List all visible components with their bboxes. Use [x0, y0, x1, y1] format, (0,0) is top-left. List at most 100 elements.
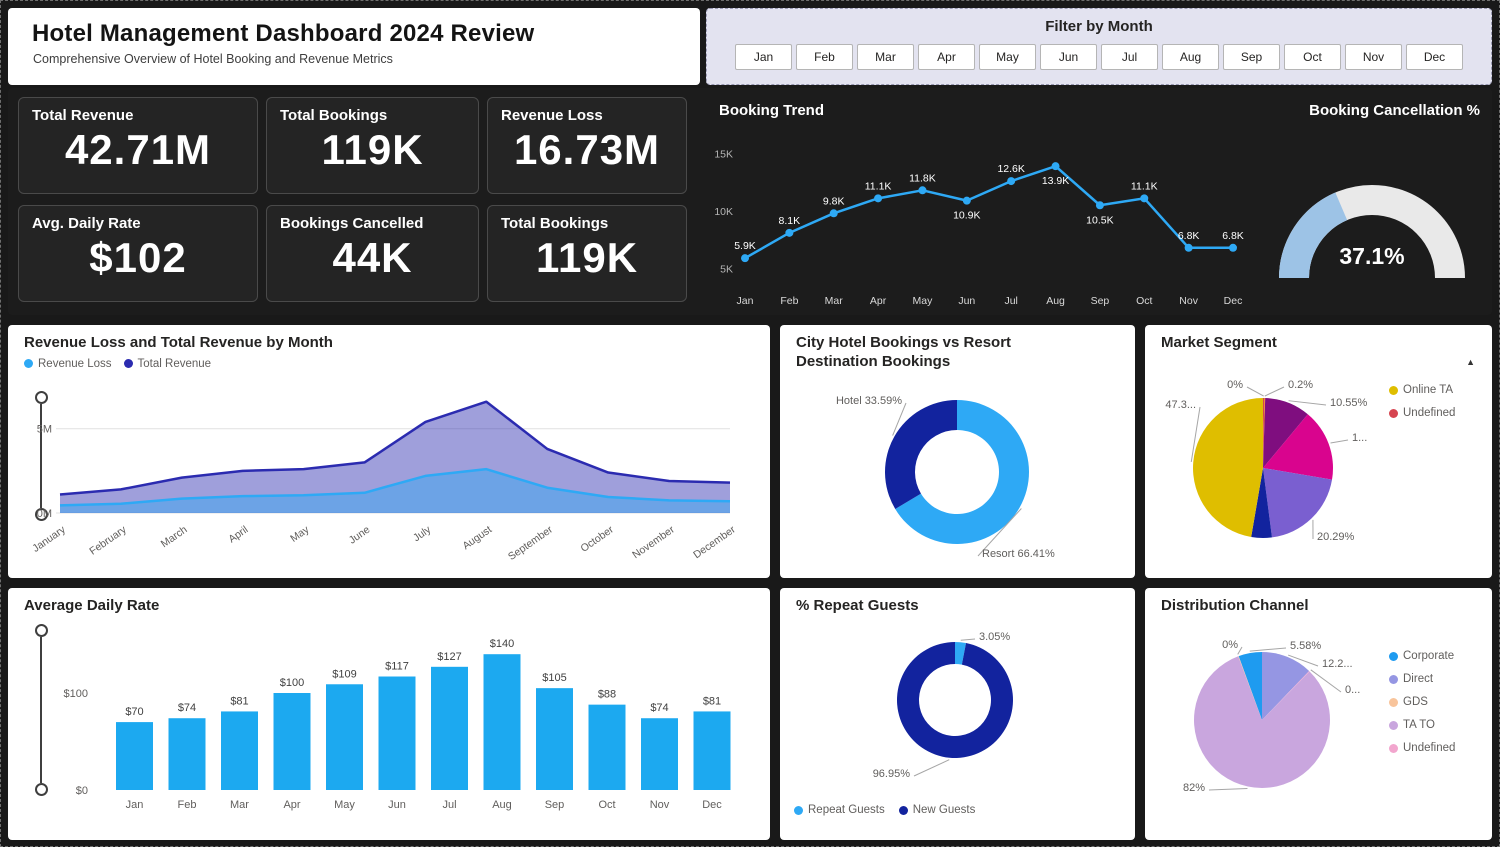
svg-text:Nov: Nov — [1179, 295, 1198, 307]
average-daily-rate-bars[interactable]: $0$100$70Jan$74Feb$81Mar$100Apr$109May$1… — [18, 618, 763, 828]
svg-text:Sep: Sep — [1091, 295, 1110, 307]
svg-text:Jun: Jun — [958, 295, 975, 307]
legend-label: Direct — [1403, 673, 1433, 685]
legend-dot — [1389, 744, 1398, 753]
svg-text:$127: $127 — [437, 651, 461, 663]
legend-item-total-revenue[interactable]: Total Revenue — [124, 358, 212, 370]
svg-text:5K: 5K — [720, 264, 733, 276]
booking-trend-plot[interactable]: 5K10K15K5.9KJan8.1KFeb9.8KMar11.1KApr11.… — [705, 122, 1253, 314]
svg-text:Feb: Feb — [780, 295, 798, 307]
kpi-label: Revenue Loss — [488, 98, 686, 124]
market-segment-panel: Market Segment 0%0.2%10.55%1...20.29%47.… — [1145, 325, 1492, 578]
svg-text:May: May — [334, 799, 355, 811]
svg-text:47.3...: 47.3... — [1165, 399, 1196, 411]
revenue-by-month-legend: Revenue Loss Total Revenue — [8, 353, 770, 370]
legend-label: New Guests — [913, 804, 976, 816]
month-filter-may[interactable]: May — [979, 44, 1036, 70]
svg-text:$74: $74 — [178, 702, 196, 714]
svg-text:Aug: Aug — [1046, 295, 1065, 307]
svg-text:$74: $74 — [650, 702, 668, 714]
legend-item-undefined[interactable]: Undefined — [1389, 407, 1485, 419]
svg-text:Feb: Feb — [178, 799, 197, 811]
legend-item-gds[interactable]: GDS — [1389, 696, 1455, 708]
svg-text:11.1K: 11.1K — [1131, 180, 1158, 192]
distribution-channel-pie[interactable]: 5.58%12.2...0...82%0% — [1145, 614, 1395, 836]
kpi-value: 16.73M — [488, 126, 686, 174]
repeat-guests-title: % Repeat Guests — [780, 588, 1135, 616]
svg-text:3.05%: 3.05% — [979, 631, 1010, 643]
revenue-by-month-plot[interactable]: 0M5MJanuaryFebruaryMarchAprilMayJuneJuly… — [18, 381, 740, 577]
svg-text:0M: 0M — [37, 508, 52, 520]
svg-text:12.6K: 12.6K — [997, 163, 1024, 175]
gauge-title: Booking Cancellation % — [1250, 94, 1490, 121]
svg-text:82%: 82% — [1183, 782, 1205, 794]
month-filter-mar[interactable]: Mar — [857, 44, 914, 70]
svg-text:0.2%: 0.2% — [1288, 379, 1313, 391]
legend-scroll-up-icon[interactable]: ▲ — [1389, 357, 1485, 367]
market-segment-pie[interactable]: 0%0.2%10.55%1...20.29%47.3... — [1145, 355, 1395, 575]
svg-text:May: May — [913, 295, 934, 307]
svg-text:8.1K: 8.1K — [779, 215, 801, 227]
month-filter-feb[interactable]: Feb — [796, 44, 853, 70]
svg-text:Mar: Mar — [825, 295, 844, 307]
dashboard-canvas: Hotel Management Dashboard 2024 Review C… — [0, 0, 1500, 847]
repeat-guests-panel: % Repeat Guests 3.05%96.95% Repeat Guest… — [780, 588, 1135, 840]
svg-text:13.9K: 13.9K — [1042, 175, 1069, 187]
kpi-card-total-bookings: Total Bookings119K — [266, 97, 479, 194]
month-filter-nov[interactable]: Nov — [1345, 44, 1402, 70]
svg-text:$140: $140 — [490, 638, 514, 650]
legend-dot — [1389, 698, 1398, 707]
filter-panel: Filter by Month JanFebMarAprMayJunJulAug… — [706, 8, 1492, 85]
legend-item-undefined[interactable]: Undefined — [1389, 742, 1455, 754]
kpi-card-revenue-loss: Revenue Loss16.73M — [487, 97, 687, 194]
kpi-label: Bookings Cancelled — [267, 206, 478, 232]
month-filter-jun[interactable]: Jun — [1040, 44, 1097, 70]
month-filter-aug[interactable]: Aug — [1162, 44, 1219, 70]
legend-label: Total Revenue — [138, 358, 212, 370]
svg-text:0%: 0% — [1222, 639, 1238, 651]
svg-text:Nov: Nov — [650, 799, 670, 811]
legend-item-ta-to[interactable]: TA TO — [1389, 719, 1455, 731]
kpi-label: Total Revenue — [19, 98, 257, 124]
svg-text:10.5K: 10.5K — [1086, 214, 1113, 226]
market-segment-legend: ▲ Online TA Undefined — [1389, 357, 1485, 419]
legend-item-online-ta[interactable]: Online TA — [1389, 384, 1485, 396]
svg-text:5.9K: 5.9K — [734, 240, 756, 252]
svg-text:January: January — [30, 523, 68, 555]
legend-item-direct[interactable]: Direct — [1389, 673, 1455, 685]
kpi-value: 119K — [488, 234, 686, 282]
kpi-card-total-bookings: Total Bookings119K — [487, 205, 687, 302]
svg-text:Mar: Mar — [230, 799, 249, 811]
repeat-guests-donut[interactable]: 3.05%96.95% — [780, 624, 1135, 802]
cancellation-gauge-plot[interactable]: 37.1% — [1250, 128, 1490, 300]
booking-trend-chart: Booking Trend 5K10K15K5.9KJan8.1KFeb9.8K… — [705, 94, 1253, 312]
legend-dot — [794, 806, 803, 815]
legend-dot — [24, 359, 33, 368]
svg-text:$81: $81 — [230, 695, 248, 707]
svg-text:May: May — [288, 523, 312, 545]
legend-item-revenue-loss[interactable]: Revenue Loss — [24, 358, 112, 370]
month-filter-sep[interactable]: Sep — [1223, 44, 1280, 70]
svg-text:$0: $0 — [76, 785, 88, 797]
kpi-label: Total Bookings — [488, 206, 686, 232]
distribution-channel-legend: Corporate Direct GDS TA TO Undefined — [1389, 650, 1455, 754]
month-filter-jan[interactable]: Jan — [735, 44, 792, 70]
svg-text:$81: $81 — [703, 695, 721, 707]
month-filter-dec[interactable]: Dec — [1406, 44, 1463, 70]
month-filter-oct[interactable]: Oct — [1284, 44, 1341, 70]
svg-text:October: October — [578, 523, 616, 555]
legend-item-corporate[interactable]: Corporate — [1389, 650, 1455, 662]
svg-text:Oct: Oct — [1136, 295, 1152, 307]
month-filter-apr[interactable]: Apr — [918, 44, 975, 70]
svg-text:April: April — [226, 524, 250, 546]
legend-item-repeat-guests[interactable]: Repeat Guests — [794, 804, 885, 816]
month-filter-jul[interactable]: Jul — [1101, 44, 1158, 70]
svg-text:$100: $100 — [280, 677, 304, 689]
filter-title: Filter by Month — [707, 18, 1491, 35]
kpi-grid: Total Revenue42.71MTotal Bookings119KRev… — [18, 97, 687, 302]
legend-label: Undefined — [1403, 407, 1455, 419]
city-vs-resort-donut[interactable]: Resort 66.41%Hotel 33.59% — [780, 375, 1135, 575]
legend-item-new-guests[interactable]: New Guests — [899, 804, 976, 816]
svg-text:0%: 0% — [1227, 379, 1243, 391]
page-title: Hotel Management Dashboard 2024 Review — [8, 8, 700, 48]
